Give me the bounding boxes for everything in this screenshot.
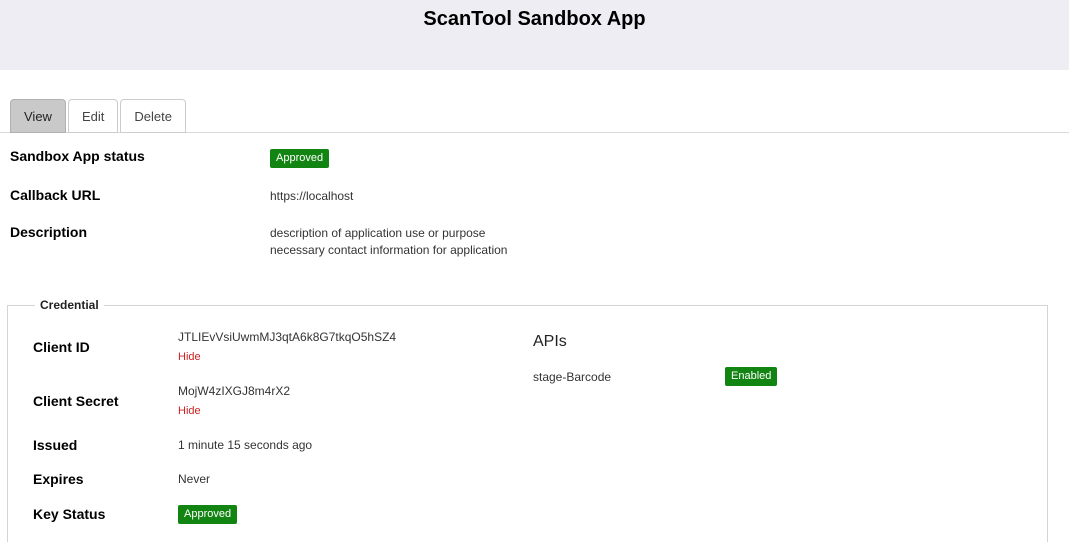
apis-section: APIs stage-Barcode Enabled bbox=[533, 328, 1047, 524]
client-id-value: JTLIEvVsiUwmMJ3qtA6k8G7tkqO5hSZ4 bbox=[178, 330, 397, 344]
detail-row-description: Description description of application u… bbox=[10, 222, 1059, 259]
callback-url-value: https://localhost bbox=[270, 189, 354, 203]
sandbox-status-badge: Approved bbox=[270, 149, 330, 168]
cred-row-client-id: Client ID JTLIEvVsiUwmMJ3qtA6k8G7tkqO5hS… bbox=[33, 328, 533, 366]
issued-label: Issued bbox=[33, 437, 78, 453]
app-details: Sandbox App status Approved Callback URL… bbox=[0, 133, 1069, 259]
cred-row-expires: Expires Never bbox=[33, 470, 533, 488]
sandbox-status-label: Sandbox App status bbox=[10, 148, 145, 164]
client-secret-value: MojW4zIXGJ8m4rX2 bbox=[178, 384, 291, 398]
tab-bar: View Edit Delete bbox=[0, 99, 1069, 133]
description-value: description of application use or purpos… bbox=[270, 222, 507, 259]
description-line-1: description of application use or purpos… bbox=[270, 226, 486, 240]
tab-edit[interactable]: Edit bbox=[67, 99, 119, 133]
apis-heading: APIs bbox=[533, 333, 567, 350]
detail-row-callback: Callback URL https://localhost bbox=[10, 185, 1059, 205]
app-header: ScanTool Sandbox App bbox=[0, 0, 1069, 70]
callback-url-label: Callback URL bbox=[10, 187, 101, 203]
tab-view[interactable]: View bbox=[10, 99, 66, 133]
cred-row-key-status: Key Status Approved bbox=[33, 504, 533, 524]
cred-row-client-secret: Client Secret MojW4zIXGJ8m4rX2 Hide bbox=[33, 382, 533, 420]
api-row-stage-barcode: stage-Barcode Enabled bbox=[533, 367, 1047, 386]
issued-value: 1 minute 15 seconds ago bbox=[178, 438, 313, 452]
detail-row-status: Sandbox App status Approved bbox=[10, 146, 1059, 168]
expires-value: Never bbox=[178, 472, 211, 486]
cred-row-issued: Issued 1 minute 15 seconds ago bbox=[33, 436, 533, 454]
credential-fields: Client ID JTLIEvVsiUwmMJ3qtA6k8G7tkqO5hS… bbox=[33, 328, 533, 524]
credential-legend: Credential bbox=[40, 298, 99, 312]
tab-delete[interactable]: Delete bbox=[120, 99, 186, 133]
api-name: stage-Barcode bbox=[533, 369, 612, 384]
api-status-badge: Enabled bbox=[725, 367, 778, 386]
credential-section: Credential Client ID JTLIEvVsiUwmMJ3qtA6… bbox=[7, 298, 1048, 542]
client-secret-hide-link[interactable]: Hide bbox=[178, 402, 290, 420]
client-id-hide-link[interactable]: Hide bbox=[178, 348, 396, 366]
client-id-label: Client ID bbox=[33, 339, 90, 355]
page-title: ScanTool Sandbox App bbox=[423, 8, 646, 30]
description-label: Description bbox=[10, 224, 88, 240]
expires-label: Expires bbox=[33, 471, 84, 487]
key-status-badge: Approved bbox=[178, 505, 238, 524]
key-status-label: Key Status bbox=[33, 506, 106, 522]
client-secret-label: Client Secret bbox=[33, 393, 119, 409]
description-line-2: necessary contact information for applic… bbox=[270, 243, 508, 257]
